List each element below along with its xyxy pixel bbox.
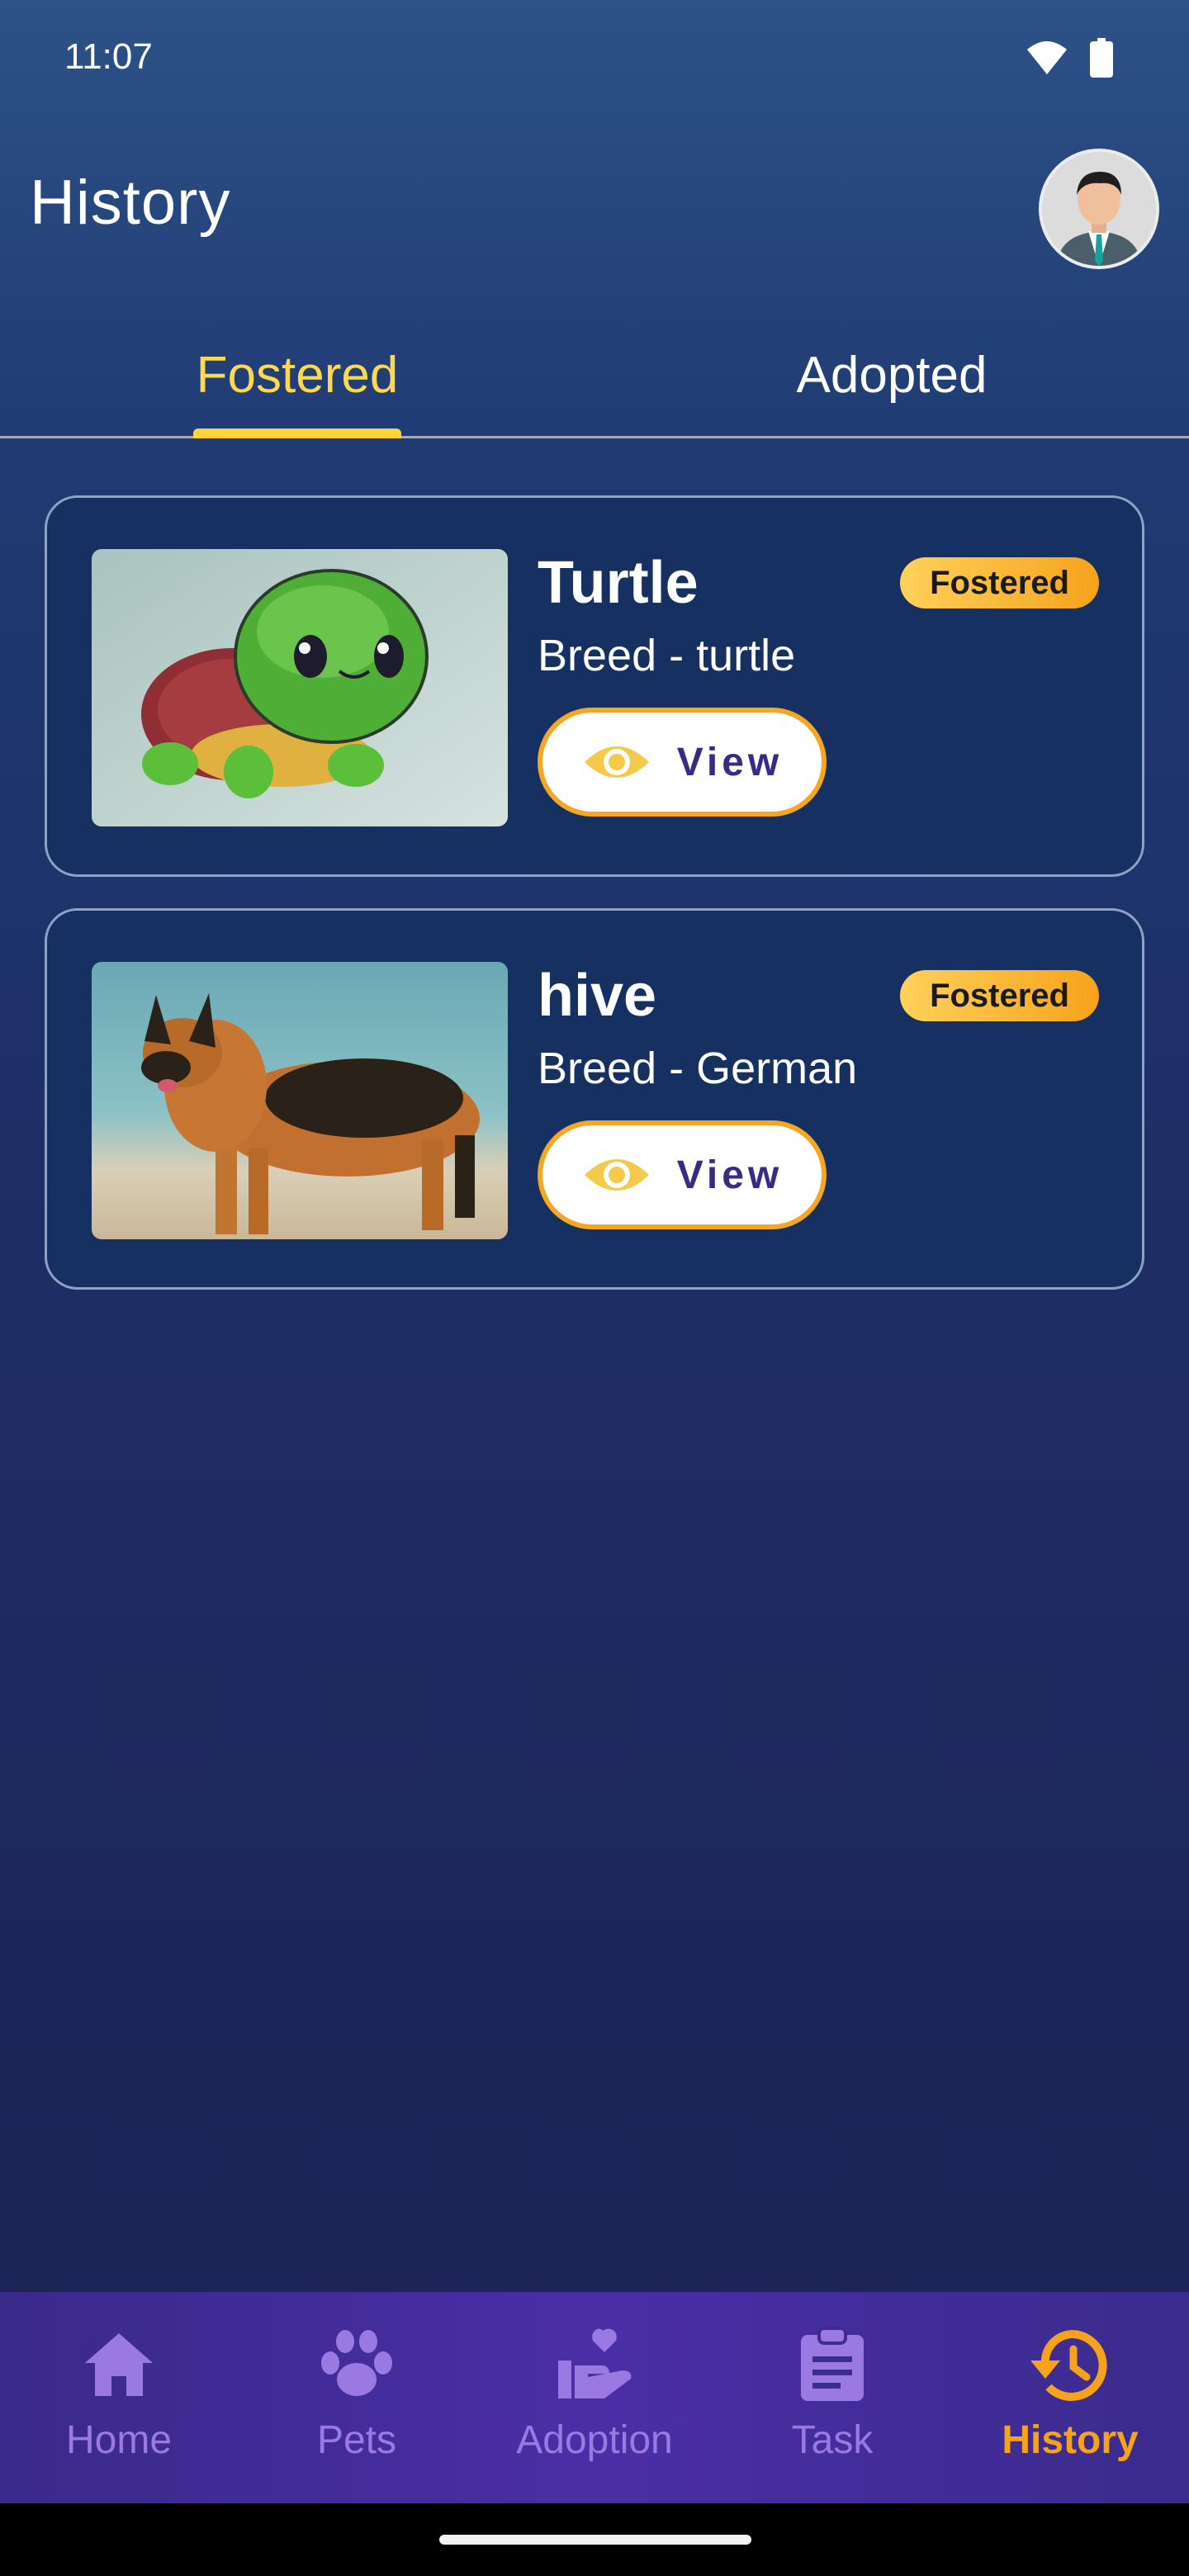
pet-card: Turtle Breed - turtle Fostered View: [45, 495, 1144, 877]
nav-home-label: Home: [65, 2418, 173, 2462]
bottom-nav: Home Pets Adoption Task History: [0, 2292, 1189, 2503]
history-icon: [1030, 2329, 1107, 2401]
home-icon: [85, 2333, 153, 2396]
gesture-handle[interactable]: [439, 2535, 751, 2545]
german-shepherd-photo: [92, 962, 508, 1239]
pet-card: hive Breed - German Fostered View: [45, 908, 1144, 1290]
pet-breed: Breed - turtle: [538, 631, 796, 680]
nav-history-label: History: [1002, 2418, 1139, 2462]
tab-adopted[interactable]: Adopted: [594, 314, 1189, 436]
eye-icon: [584, 1159, 649, 1191]
nav-task-label: Task: [791, 2418, 874, 2462]
status-time: 11:07: [64, 36, 153, 77]
nav-home[interactable]: Home: [0, 2292, 238, 2503]
status-badge: Fostered: [900, 970, 1099, 1021]
adoption-hand-heart-icon: [558, 2328, 632, 2398]
pet-photo-german-shepherd: [92, 962, 508, 1239]
paw-icon: [321, 2330, 392, 2396]
pet-name: hive: [538, 963, 657, 1029]
status-icons: [1026, 38, 1113, 78]
nav-adoption[interactable]: Adoption: [476, 2292, 713, 2503]
profile-avatar-image: [1042, 152, 1156, 266]
view-button[interactable]: View: [538, 708, 827, 817]
history-tabs: Fostered Adopted: [0, 314, 1189, 438]
system-gesture-area: [0, 2503, 1189, 2576]
nav-adoption-label: Adoption: [516, 2418, 673, 2462]
tab-fostered[interactable]: Fostered: [0, 314, 594, 436]
wifi-icon: [1027, 41, 1067, 74]
nav-pets[interactable]: Pets: [238, 2292, 476, 2503]
nav-pets-label: Pets: [316, 2418, 397, 2462]
battery-icon: [1090, 38, 1113, 78]
tab-adopted-label: Adopted: [796, 346, 988, 404]
pet-name: Turtle: [538, 550, 699, 616]
view-button-label: View: [676, 740, 784, 784]
nav-task[interactable]: Task: [713, 2292, 951, 2503]
turtle-photo: [92, 549, 508, 826]
page-title: History: [30, 168, 231, 238]
eye-icon: [584, 746, 649, 778]
tab-fostered-label: Fostered: [196, 346, 399, 404]
avatar[interactable]: [1039, 149, 1159, 269]
pet-photo-turtle: [92, 549, 508, 826]
view-button-label: View: [676, 1153, 784, 1197]
pet-breed: Breed - German: [538, 1044, 858, 1093]
active-tab-indicator: [193, 429, 401, 438]
status-bar: 11:07: [0, 0, 1189, 116]
nav-history[interactable]: History: [951, 2292, 1189, 2503]
clipboard-icon: [801, 2327, 864, 2401]
view-button[interactable]: View: [538, 1120, 827, 1229]
status-badge: Fostered: [900, 557, 1099, 608]
